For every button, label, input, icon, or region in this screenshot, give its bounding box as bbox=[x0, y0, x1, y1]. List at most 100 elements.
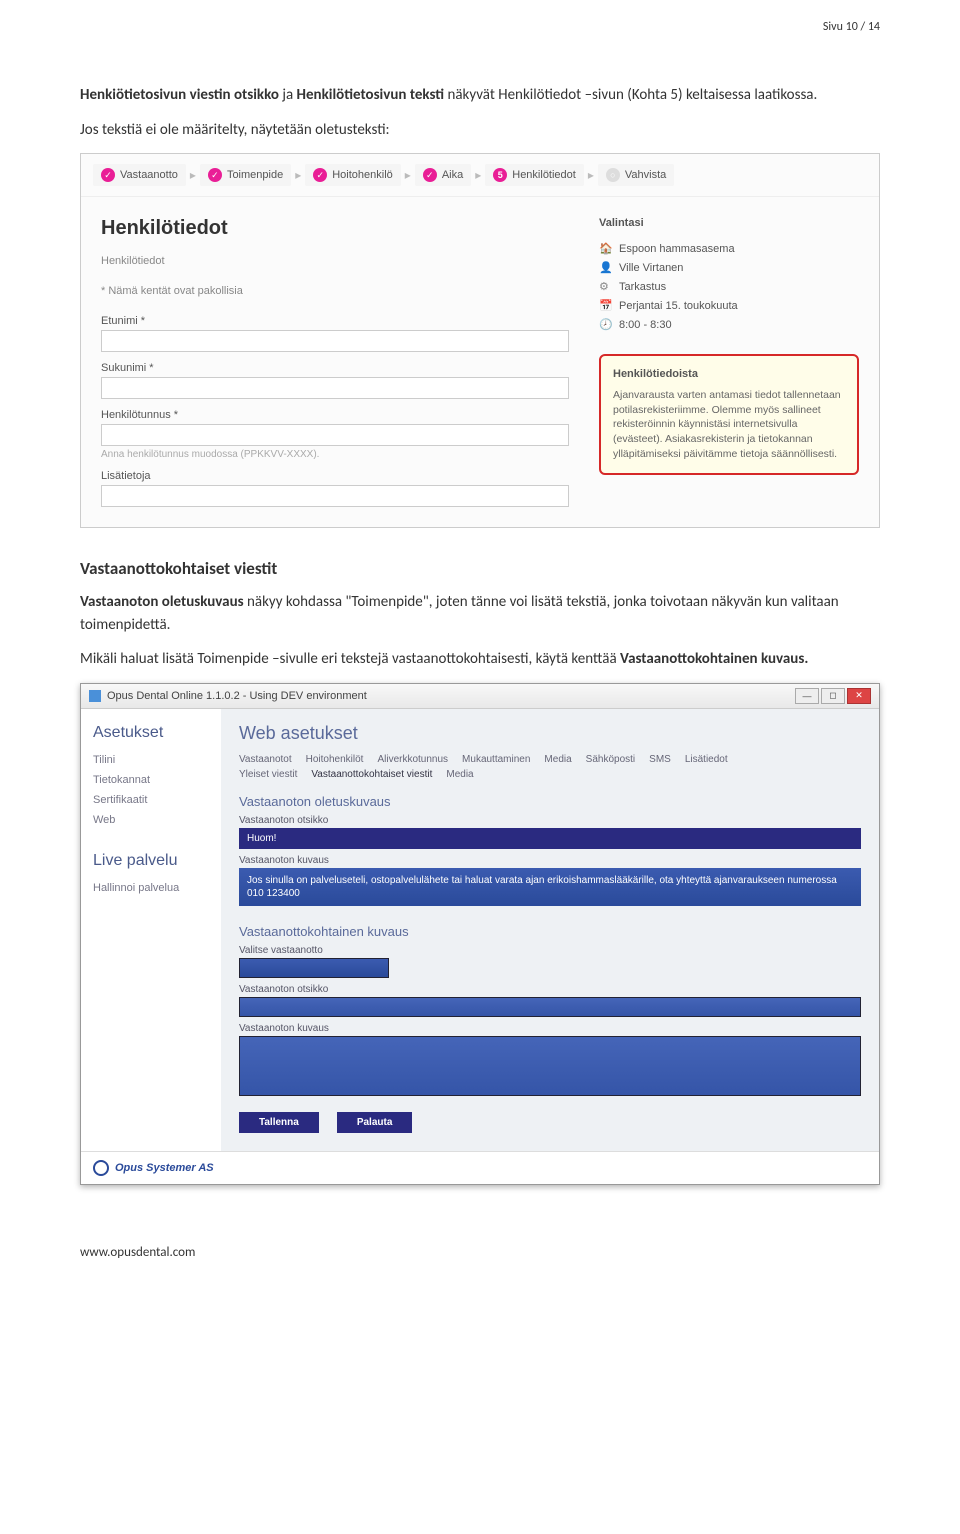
chevron-right-icon: ▸ bbox=[295, 168, 301, 182]
sidebar-heading-settings: Asetukset bbox=[93, 724, 209, 742]
selection-location: 🏠Espoon hammasasema bbox=[599, 239, 859, 258]
chevron-right-icon: ▸ bbox=[190, 168, 196, 182]
sidebar: Asetukset Tilini Tietokannat Sertifikaat… bbox=[81, 709, 221, 1151]
label-text-field: Henkilötietosivun teksti bbox=[297, 86, 445, 104]
info-box-title: Henkilötiedoista bbox=[613, 368, 845, 380]
clock-icon: 🕗 bbox=[599, 318, 611, 331]
crumb-hoitohenkilo[interactable]: ✓Hoitohenkilö bbox=[305, 164, 401, 186]
sidebar-item-databases[interactable]: Tietokannat bbox=[93, 770, 209, 790]
section-heading: Vastaanottokohtaiset viestit bbox=[80, 558, 880, 579]
tabs-primary: Vastaanotot Hoitohenkilöt Aliverkkotunnu… bbox=[239, 754, 861, 765]
label-otsikko: Vastaanoton otsikko bbox=[239, 815, 861, 826]
chevron-right-icon: ▸ bbox=[475, 168, 481, 182]
selection-operation: ⚙Tarkastus bbox=[599, 277, 859, 296]
selection-column: Valintasi 🏠Espoon hammasasema 👤Ville Vir… bbox=[599, 217, 859, 507]
save-button[interactable]: Tallenna bbox=[239, 1112, 319, 1133]
selection-person: 👤Ville Virtanen bbox=[599, 258, 859, 277]
calendar-icon: 📅 bbox=[599, 299, 611, 312]
brand-name: Opus Systemer AS bbox=[115, 1162, 214, 1174]
tab-vastaanottokohtaiset[interactable]: Vastaanottokohtaiset viestit bbox=[311, 769, 432, 780]
check-icon: ✓ bbox=[208, 168, 222, 182]
tab-lisatiedot[interactable]: Lisätiedot bbox=[685, 754, 728, 765]
crumb-vastaanotto[interactable]: ✓Vastaanotto bbox=[93, 164, 186, 186]
required-note: * Nämä kentät ovat pakollisia bbox=[101, 285, 569, 297]
gear-icon: ⚙ bbox=[599, 280, 611, 293]
page-title: Web asetukset bbox=[239, 723, 861, 744]
page-footer-url: www.opusdental.com bbox=[80, 1245, 880, 1260]
selection-heading: Valintasi bbox=[599, 217, 859, 229]
crumb-aika[interactable]: ✓Aika bbox=[415, 164, 471, 186]
admin-screenshot: Opus Dental Online 1.1.0.2 - Using DEV e… bbox=[80, 683, 880, 1185]
info-box-highlight: Henkilötiedoista Ajanvarausta varten ant… bbox=[599, 354, 859, 475]
chevron-right-icon: ▸ bbox=[405, 168, 411, 182]
sidebar-item-web[interactable]: Web bbox=[93, 810, 209, 830]
tab-sms[interactable]: SMS bbox=[649, 754, 671, 765]
sidebar-item-manage[interactable]: Hallinnoi palvelua bbox=[93, 878, 209, 898]
form-subtitle: Henkilötiedot bbox=[101, 255, 569, 267]
intro-paragraph-1: Henkiötietosivun viestin otsikko ja Henk… bbox=[80, 84, 880, 107]
ssn-hint: Anna henkilötunnus muodossa (PPKKVV-XXXX… bbox=[101, 449, 569, 460]
chevron-right-icon: ▸ bbox=[588, 168, 594, 182]
tab-mukauttaminen[interactable]: Mukauttaminen bbox=[462, 754, 530, 765]
section-paragraph-2: Mikäli haluat lisätä Toimenpide –sivulle… bbox=[80, 648, 880, 671]
selection-time: 🕗8:00 - 8:30 bbox=[599, 315, 859, 334]
tab-media2[interactable]: Media bbox=[446, 769, 473, 780]
section-paragraph-1: Vastaanoton oletuskuvaus näkyy kohdassa … bbox=[80, 591, 880, 636]
home-icon: 🏠 bbox=[599, 242, 611, 255]
extra-label: Lisätietoja bbox=[101, 470, 569, 482]
crumb-vahvista[interactable]: ○Vahvista bbox=[598, 164, 674, 186]
minimize-button[interactable]: — bbox=[795, 688, 819, 704]
tab-vastaanotot[interactable]: Vastaanotot bbox=[239, 754, 292, 765]
tab-aliverkkotunnus[interactable]: Aliverkkotunnus bbox=[377, 754, 448, 765]
sidebar-item-certificates[interactable]: Sertifikaatit bbox=[93, 790, 209, 810]
info-box-text: Ajanvarausta varten antamasi tiedot tall… bbox=[613, 388, 845, 461]
firstname-label: Etunimi * bbox=[101, 315, 569, 327]
main-panel: Web asetukset Vastaanotot Hoitohenkilöt … bbox=[221, 709, 879, 1151]
crumb-henkilotiedot[interactable]: 5Henkilötiedot bbox=[485, 164, 584, 186]
sidebar-item-account[interactable]: Tilini bbox=[93, 750, 209, 770]
label-default-desc: Vastaanoton oletuskuvaus bbox=[80, 593, 244, 611]
label-kuvaus2: Vastaanoton kuvaus bbox=[239, 1023, 861, 1034]
tab-sahkoposti[interactable]: Sähköposti bbox=[586, 754, 635, 765]
window-title-text: Opus Dental Online 1.1.0.2 - Using DEV e… bbox=[107, 690, 367, 702]
step-number-icon: 5 bbox=[493, 168, 507, 182]
person-icon: 👤 bbox=[599, 261, 611, 274]
form-title: Henkilötiedot bbox=[101, 217, 569, 240]
label-kuvaus: Vastaanoton kuvaus bbox=[239, 855, 861, 866]
admin-footer: Opus Systemer AS bbox=[81, 1151, 879, 1184]
tab-yleiset[interactable]: Yleiset viestit bbox=[239, 769, 297, 780]
tabs-secondary: Yleiset viestit Vastaanottokohtaiset vie… bbox=[239, 769, 861, 780]
lastname-label: Sukunimi * bbox=[101, 362, 569, 374]
reset-button[interactable]: Palauta bbox=[337, 1112, 413, 1133]
select-vastaanotto[interactable] bbox=[239, 958, 389, 978]
close-button[interactable]: ✕ bbox=[847, 688, 871, 704]
breadcrumb: ✓Vastaanotto ▸ ✓Toimenpide ▸ ✓Hoitohenki… bbox=[81, 154, 879, 197]
maximize-button[interactable]: ◻ bbox=[821, 688, 845, 704]
check-icon: ✓ bbox=[423, 168, 437, 182]
label-otsikko2: Vastaanoton otsikko bbox=[239, 984, 861, 995]
field-otsikko2[interactable] bbox=[239, 997, 861, 1017]
sidebar-heading-live: Live palvelu bbox=[93, 852, 209, 870]
lastname-input[interactable] bbox=[101, 377, 569, 399]
booking-screenshot: ✓Vastaanotto ▸ ✓Toimenpide ▸ ✓Hoitohenki… bbox=[80, 153, 880, 528]
selection-date: 📅Perjantai 15. toukokuuta bbox=[599, 296, 859, 315]
tab-media[interactable]: Media bbox=[544, 754, 571, 765]
firstname-input[interactable] bbox=[101, 330, 569, 352]
crumb-toimenpide[interactable]: ✓Toimenpide bbox=[200, 164, 291, 186]
extra-input[interactable] bbox=[101, 485, 569, 507]
tab-hoitohenkilot[interactable]: Hoitohenkilöt bbox=[306, 754, 364, 765]
circle-icon: ○ bbox=[606, 168, 620, 182]
field-otsikko-value[interactable]: Huom! bbox=[239, 828, 861, 849]
app-icon bbox=[89, 690, 101, 702]
field-kuvaus-value[interactable]: Jos sinulla on palveluseteli, ostopalvel… bbox=[239, 868, 861, 906]
label-valitse: Valitse vastaanotto bbox=[239, 945, 861, 956]
label-location-desc: Vastaanottokohtainen kuvaus. bbox=[620, 650, 808, 668]
check-icon: ✓ bbox=[101, 168, 115, 182]
intro-paragraph-2: Jos tekstiä ei ole määritelty, näytetään… bbox=[80, 119, 880, 142]
ssn-input[interactable] bbox=[101, 424, 569, 446]
form-column: Henkilötiedot Henkilötiedot * Nämä kentä… bbox=[101, 217, 569, 507]
section-default-desc: Vastaanoton oletuskuvaus bbox=[239, 794, 861, 809]
field-kuvaus2[interactable] bbox=[239, 1036, 861, 1096]
brand-logo-icon bbox=[93, 1160, 109, 1176]
ssn-label: Henkilötunnus * bbox=[101, 409, 569, 421]
